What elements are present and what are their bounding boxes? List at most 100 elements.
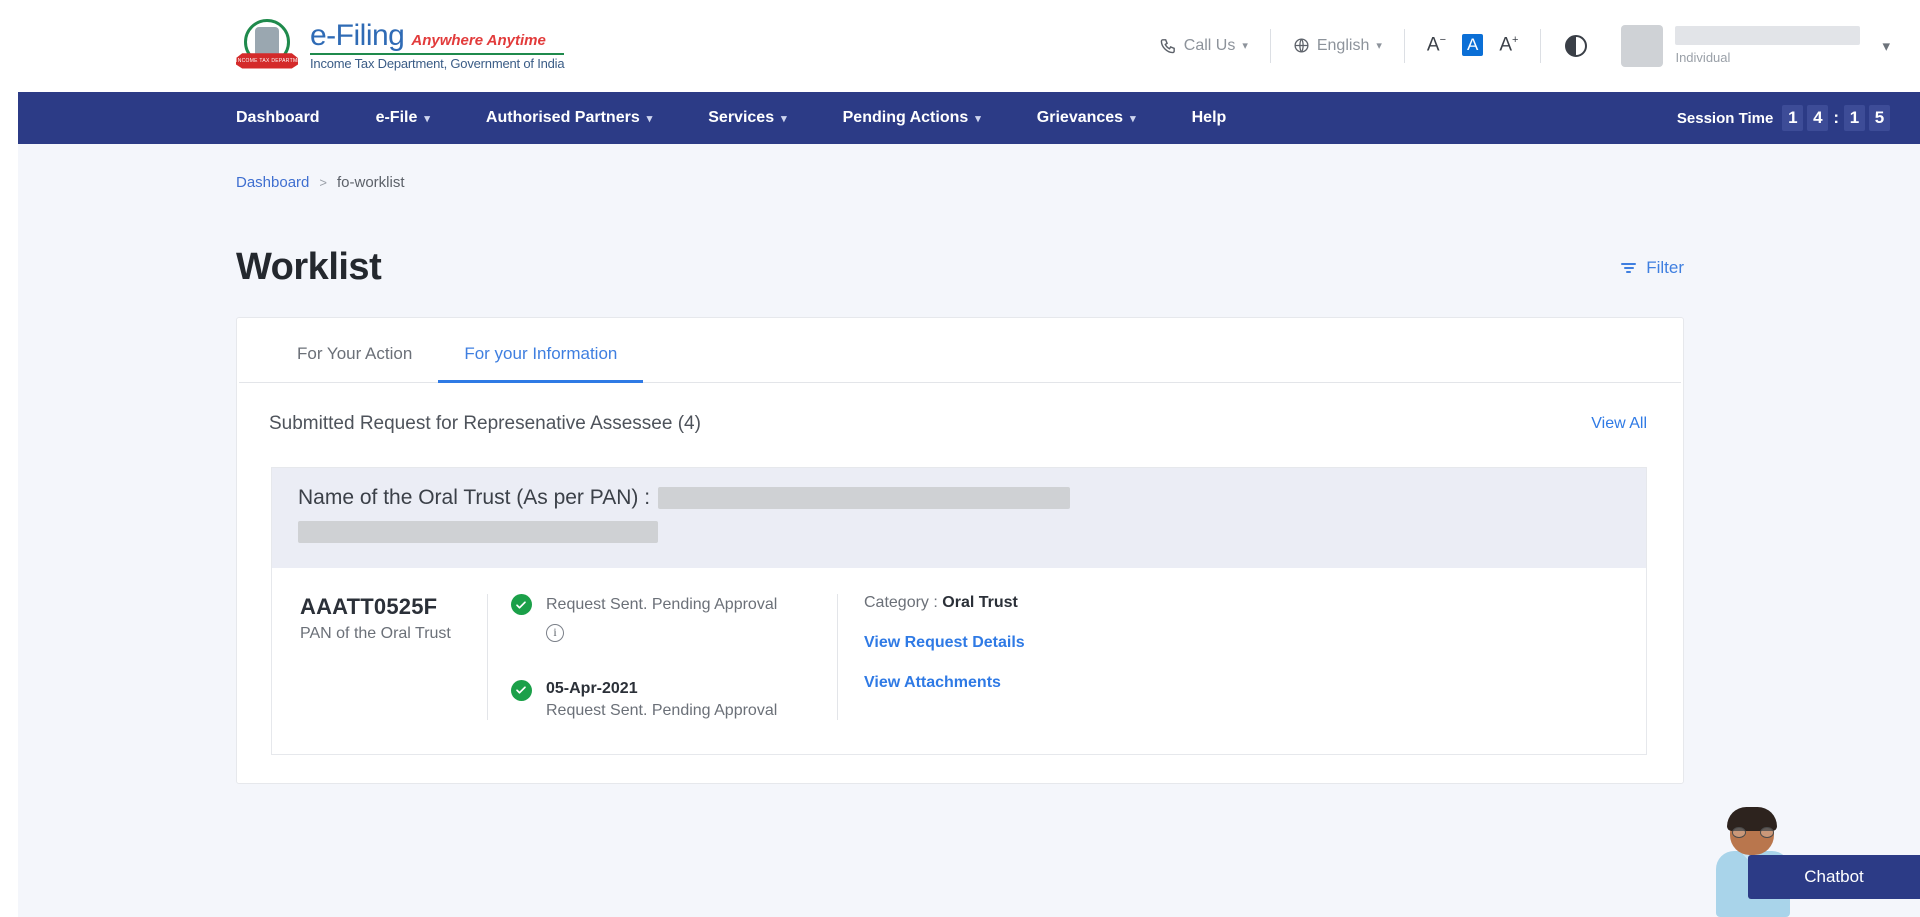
- session-digit: 4: [1807, 105, 1829, 131]
- nav-item-dashboard[interactable]: Dashboard: [236, 109, 320, 127]
- chevron-down-icon: ▾: [424, 112, 430, 125]
- nav-label: Services: [708, 109, 775, 126]
- view-attachments-link[interactable]: View Attachments: [864, 674, 1646, 692]
- session-colon: :: [1833, 108, 1839, 127]
- nav-item-efile[interactable]: e-File ▾: [376, 109, 430, 127]
- timeline-status: Request Sent. Pending Approval: [546, 596, 778, 613]
- contrast-icon: [1565, 34, 1588, 57]
- font-increase-label: A: [1499, 34, 1513, 56]
- globe-icon: [1293, 37, 1310, 54]
- tab-for-your-information[interactable]: For your Information: [438, 318, 644, 383]
- nav-label: e-File: [375, 109, 418, 126]
- brand-divider: [310, 52, 565, 55]
- page-header: Worklist Filter: [0, 191, 1920, 289]
- breadcrumb-home-link[interactable]: Dashboard: [236, 174, 309, 191]
- chevron-down-icon: ▾: [975, 112, 981, 125]
- nav-item-grievances[interactable]: Grievances ▾: [1037, 109, 1136, 127]
- timeline-step: Request Sent. Pending Approval i: [510, 594, 837, 642]
- chatbot-button[interactable]: Chatbot: [1748, 855, 1920, 899]
- filter-label: Filter: [1646, 257, 1684, 277]
- view-all-link[interactable]: View All: [1591, 415, 1647, 433]
- india-emblem-icon: INCOME TAX DEPARTMENT: [236, 17, 298, 75]
- worklist-card: For Your Action For your Information Sub…: [236, 317, 1684, 784]
- chevron-down-icon: ▾: [1376, 40, 1382, 52]
- check-circle-icon: [510, 594, 532, 615]
- session-timer-label: Session Time: [1676, 109, 1774, 127]
- user-name-redacted: [1675, 26, 1861, 45]
- trust-name-redacted: [658, 487, 1071, 509]
- user-type-label: Individual: [1675, 50, 1731, 65]
- font-decrease-button[interactable]: A−: [1427, 34, 1446, 56]
- page-title: Worklist: [236, 246, 382, 288]
- main-navigation: Dashboard e-File ▾ Authorised Partners ▾…: [0, 92, 1920, 144]
- call-us-menu[interactable]: Call Us ▾: [1138, 37, 1270, 55]
- call-us-label: Call Us: [1183, 36, 1236, 54]
- brand-tagline: Anywhere Anytime: [411, 32, 546, 50]
- trust-name-label: Name of the Oral Trust (As per PAN) :: [298, 486, 651, 509]
- app-root: INCOME TAX DEPARTMENT e-Filing Anywhere …: [0, 0, 1920, 917]
- nav-item-services[interactable]: Services ▾: [708, 109, 786, 127]
- language-menu[interactable]: English ▾: [1271, 37, 1404, 55]
- font-increase-button[interactable]: A+: [1499, 34, 1518, 56]
- font-size-controls: A− A A+: [1405, 34, 1541, 57]
- info-icon[interactable]: i: [546, 623, 564, 642]
- font-decrease-label: A: [1426, 34, 1440, 56]
- chevron-down-icon: ▾: [1242, 40, 1248, 52]
- nav-item-authorised-partners[interactable]: Authorised Partners ▾: [486, 109, 652, 127]
- nav-label: Help: [1191, 109, 1227, 126]
- category-row: Category : Oral Trust: [864, 594, 1646, 612]
- trust-name-redacted-line2: [298, 521, 658, 543]
- emblem-ribbon-text: INCOME TAX DEPARTMENT: [236, 57, 309, 64]
- request-item: Name of the Oral Trust (As per PAN) : AA…: [271, 467, 1647, 755]
- view-request-details-link[interactable]: View Request Details: [864, 634, 1646, 652]
- site-logo[interactable]: INCOME TAX DEPARTMENT e-Filing Anywhere …: [236, 17, 565, 75]
- contrast-toggle[interactable]: [1541, 34, 1611, 57]
- chevron-down-icon: ▾: [1882, 37, 1890, 55]
- category-value: Oral Trust: [942, 594, 1018, 611]
- top-utility-actions: Call Us ▾ English ▾ A− A A+ Individual ▾: [1138, 24, 1890, 67]
- timeline-date: 05-Apr-2021: [546, 679, 638, 697]
- nav-item-help[interactable]: Help: [1192, 109, 1227, 127]
- check-circle-icon: [510, 679, 532, 701]
- chatbot-widget[interactable]: Chatbot: [1684, 807, 1920, 917]
- nav-label: Pending Actions: [842, 109, 969, 126]
- chevron-down-icon: ▾: [1130, 112, 1136, 125]
- worklist-tabs: For Your Action For your Information: [239, 318, 1681, 383]
- left-gutter: [0, 0, 18, 917]
- breadcrumb-separator: >: [319, 175, 327, 190]
- category-label: Category :: [864, 594, 938, 611]
- filter-button[interactable]: Filter: [1621, 258, 1684, 278]
- session-digit: 5: [1869, 105, 1890, 131]
- timeline-status: Request Sent. Pending Approval: [546, 701, 778, 719]
- pan-value: AAATT0525F: [300, 594, 438, 619]
- tab-for-your-action[interactable]: For Your Action: [271, 318, 438, 382]
- session-timer-digits: 1 4 : 1 5: [1782, 105, 1890, 131]
- status-timeline: Request Sent. Pending Approval i 05-Apr-…: [487, 594, 837, 720]
- filter-icon: [1621, 262, 1637, 273]
- pan-column: AAATT0525F PAN of the Oral Trust: [272, 594, 487, 720]
- nav-item-pending-actions[interactable]: Pending Actions ▾: [843, 109, 981, 127]
- top-utility-bar: INCOME TAX DEPARTMENT e-Filing Anywhere …: [0, 0, 1920, 92]
- font-normal-button[interactable]: A: [1462, 34, 1484, 57]
- timeline-step: 05-Apr-2021 Request Sent. Pending Approv…: [510, 679, 837, 720]
- user-profile-menu[interactable]: Individual ▾: [1611, 24, 1890, 67]
- nav-label: Dashboard: [236, 109, 320, 126]
- nav-label: Grievances: [1036, 109, 1124, 126]
- session-digit: 1: [1782, 105, 1804, 131]
- chevron-down-icon: ▾: [646, 112, 653, 125]
- section-header: Submitted Request for Represenative Asse…: [237, 383, 1683, 435]
- brand-department: Income Tax Department, Government of Ind…: [310, 55, 565, 71]
- chevron-down-icon: ▾: [781, 112, 787, 125]
- nav-label: Authorised Partners: [485, 109, 640, 126]
- avatar: [1621, 24, 1664, 67]
- session-timer: Session Time 1 4 : 1 5: [1677, 105, 1890, 131]
- breadcrumb: Dashboard > fo-worklist: [0, 144, 1920, 191]
- pan-caption: PAN of the Oral Trust: [300, 625, 451, 642]
- brand-text: e-Filing Anywhere Anytime Income Tax Dep…: [310, 19, 565, 71]
- request-details: AAATT0525F PAN of the Oral Trust Request…: [272, 568, 1646, 754]
- session-digit: 1: [1844, 105, 1865, 131]
- request-banner: Name of the Oral Trust (As per PAN) :: [272, 468, 1646, 568]
- brand-title: e-Filing: [310, 19, 405, 53]
- breadcrumb-current: fo-worklist: [336, 174, 405, 191]
- section-title: Submitted Request for Represenative Asse…: [269, 413, 701, 434]
